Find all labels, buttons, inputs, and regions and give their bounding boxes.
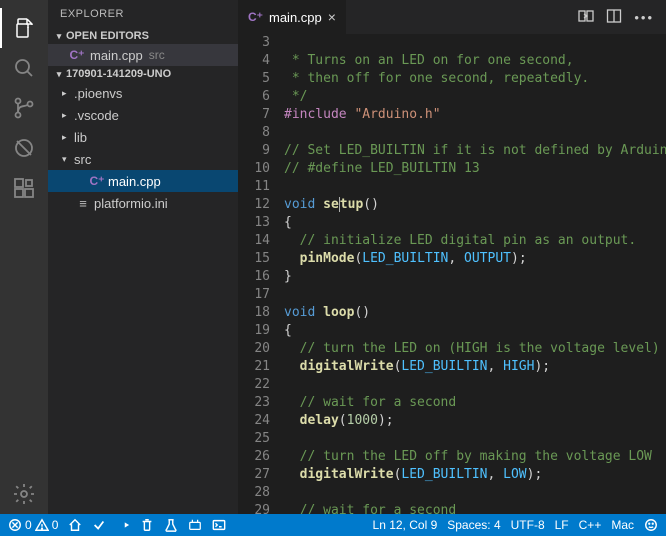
status-cursor-pos[interactable]: Ln 12, Col 9: [373, 518, 438, 532]
chevron-right-icon: ▸: [62, 132, 74, 143]
tab-label: main.cpp: [269, 10, 322, 25]
cpp-file-icon: C⁺: [68, 48, 86, 62]
file-name: main.cpp: [90, 48, 143, 63]
folder-item[interactable]: ▸.vscode: [48, 104, 238, 126]
clean-icon[interactable]: [140, 518, 154, 532]
chevron-right-icon: ▸: [62, 88, 74, 99]
tab-main-cpp[interactable]: C⁺ main.cpp ×: [238, 0, 347, 34]
line-gutter: 3456789101112131415161718192021222324252…: [238, 34, 284, 514]
upload-icon[interactable]: [116, 518, 130, 532]
activity-bar: [0, 0, 48, 514]
status-bar: 0 0 Ln 12, Col 9 Spaces: 4 UTF-8 LF C++ …: [0, 514, 666, 536]
open-editors-label: OPEN EDITORS: [66, 30, 149, 42]
status-eol[interactable]: LF: [555, 518, 569, 532]
test-icon[interactable]: [164, 518, 178, 532]
item-name: main.cpp: [108, 174, 161, 189]
project-label: 170901-141209-UNO: [66, 68, 171, 80]
settings-gear-icon[interactable]: [0, 474, 48, 514]
item-name: platformio.ini: [94, 196, 168, 211]
status-encoding[interactable]: UTF-8: [511, 518, 545, 532]
file-dir: src: [149, 48, 165, 62]
source-control-icon[interactable]: [0, 88, 48, 128]
main-area: EXPLORER ▾ OPEN EDITORS C⁺main.cppsrc ▾ …: [0, 0, 666, 514]
folder-item[interactable]: ▸lib: [48, 126, 238, 148]
item-name: src: [74, 152, 91, 167]
search-icon[interactable]: [0, 48, 48, 88]
compare-icon[interactable]: [578, 8, 594, 27]
status-language[interactable]: C++: [579, 518, 602, 532]
project-header[interactable]: ▾ 170901-141209-UNO: [48, 66, 238, 82]
close-icon[interactable]: ×: [328, 9, 336, 25]
split-editor-icon[interactable]: [606, 8, 622, 27]
more-icon[interactable]: •••: [634, 10, 654, 25]
cpp-file-icon: C⁺: [88, 174, 106, 188]
editor: C⁺ main.cpp × ••• 3456789101112131415161…: [238, 0, 666, 514]
item-name: .vscode: [74, 108, 119, 123]
tab-bar: C⁺ main.cpp × •••: [238, 0, 666, 34]
build-icon[interactable]: [92, 518, 106, 532]
explorer-icon[interactable]: [0, 8, 48, 48]
chevron-down-icon: ▾: [62, 154, 74, 165]
item-name: .pioenvs: [74, 86, 122, 101]
code-area[interactable]: 3456789101112131415161718192021222324252…: [238, 34, 666, 514]
sidebar-title: EXPLORER: [48, 0, 238, 28]
tab-actions: •••: [566, 0, 666, 34]
home-icon[interactable]: [68, 518, 82, 532]
status-problems[interactable]: 0 0: [8, 518, 58, 532]
code-content[interactable]: * Turns on an LED on for one second, * t…: [284, 34, 666, 514]
folder-item[interactable]: ▾src: [48, 148, 238, 170]
cpp-file-icon: C⁺: [248, 10, 263, 24]
debug-icon[interactable]: [0, 128, 48, 168]
warning-count: 0: [52, 518, 59, 532]
ini-file-icon: ≡: [74, 196, 92, 211]
error-count: 0: [25, 518, 32, 532]
item-name: lib: [74, 130, 87, 145]
sidebar: EXPLORER ▾ OPEN EDITORS C⁺main.cppsrc ▾ …: [48, 0, 238, 514]
serial-monitor-icon[interactable]: [188, 518, 202, 532]
extensions-icon[interactable]: [0, 168, 48, 208]
status-os[interactable]: Mac: [611, 518, 634, 532]
open-editor-item[interactable]: C⁺ main.cpp src: [48, 44, 238, 66]
chevron-right-icon: ▸: [62, 110, 74, 121]
file-item[interactable]: ≡platformio.ini: [48, 192, 238, 214]
chevron-down-icon: ▾: [52, 69, 66, 80]
terminal-icon[interactable]: [212, 518, 226, 532]
open-editors-header[interactable]: ▾ OPEN EDITORS: [48, 28, 238, 44]
feedback-icon[interactable]: [644, 518, 658, 532]
chevron-down-icon: ▾: [52, 31, 66, 42]
folder-item[interactable]: ▸.pioenvs: [48, 82, 238, 104]
file-item[interactable]: C⁺main.cpp: [48, 170, 238, 192]
status-spaces[interactable]: Spaces: 4: [447, 518, 500, 532]
